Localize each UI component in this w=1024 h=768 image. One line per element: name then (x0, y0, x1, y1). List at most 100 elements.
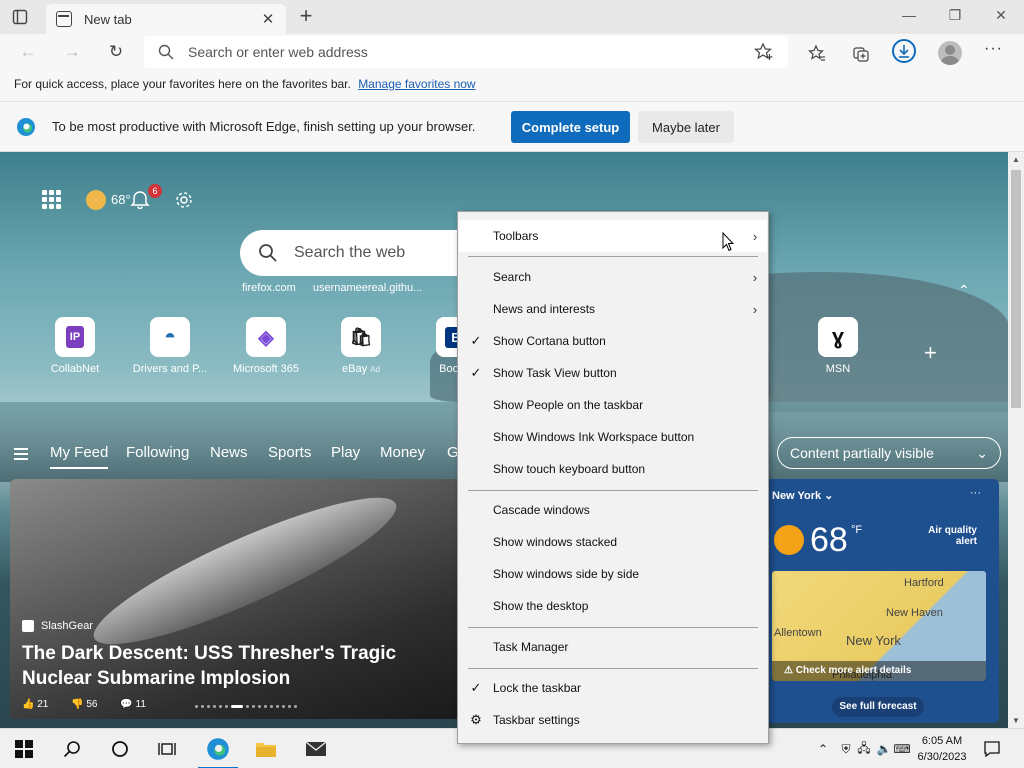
security-icon[interactable]: ⛨ (838, 741, 854, 757)
menu-item-windows-side-by-side[interactable]: Show windows side by side (459, 558, 767, 590)
quick-link-tile[interactable]: ◈ Microsoft 365 (216, 317, 316, 375)
mail-button[interactable] (292, 729, 340, 768)
address-bar[interactable]: Search or enter web address (144, 36, 788, 68)
feed-tab-following[interactable]: Following (126, 444, 189, 461)
air-quality-alert[interactable]: Air quality alert (907, 525, 977, 547)
start-button[interactable] (0, 729, 48, 768)
add-quick-link-button[interactable]: + (924, 340, 937, 366)
restore-button[interactable]: ❐ (932, 4, 978, 26)
chevron-up-icon[interactable]: ⌃ (815, 741, 831, 757)
like-count[interactable]: 👍 21 (22, 699, 58, 710)
quick-link-tile[interactable]: ◓ Drivers and P... (120, 317, 220, 375)
quick-link-tile[interactable]: ɣ MSN (788, 317, 888, 375)
menu-item-show-task-view[interactable]: ✓ Show Task View button (459, 357, 767, 389)
ntp-temperature[interactable]: 68° (111, 192, 131, 207)
complete-setup-button[interactable]: Complete setup (511, 111, 630, 143)
content-visibility-dropdown[interactable]: Content partially visible ⌄ (777, 437, 1001, 469)
menu-item-taskbar-settings[interactable]: ⚙ Taskbar settings (459, 704, 767, 736)
ebay-icon: 🛍 (341, 317, 381, 357)
chevron-up-icon[interactable]: ⌃ (958, 282, 970, 299)
feed-tab-sports[interactable]: Sports (268, 444, 311, 461)
chevron-down-icon: ⌄ (976, 444, 988, 461)
tab-new-tab[interactable]: New tab ✕ (46, 4, 286, 34)
back-button[interactable]: ← (16, 40, 40, 64)
menu-item-cascade-windows[interactable]: Cascade windows (459, 494, 767, 526)
suggestion-link[interactable]: usernameereal.githu... (313, 282, 422, 294)
menu-item-show-desktop[interactable]: Show the desktop (459, 590, 767, 622)
suggestion-link[interactable]: firefox.com (242, 282, 296, 294)
quick-link-tile[interactable]: IP CollabNet (25, 317, 125, 375)
profile-avatar[interactable] (938, 41, 962, 65)
close-window-button[interactable]: ✕ (978, 4, 1024, 26)
tab-actions-icon[interactable] (10, 7, 30, 27)
dislike-count[interactable]: 👎 56 (71, 699, 107, 710)
menu-item-news-and-interests[interactable]: News and interests › (459, 293, 767, 325)
collections-icon[interactable] (850, 42, 872, 64)
maybe-later-button[interactable]: Maybe later (638, 111, 734, 143)
feed-tab-my-feed[interactable]: My Feed (50, 444, 109, 469)
weather-location[interactable]: New York ⌄ (772, 489, 833, 502)
notifications-bell-icon[interactable] (130, 189, 150, 209)
scrollbar-thumb[interactable] (1011, 170, 1021, 408)
menu-item-show-people[interactable]: Show People on the taskbar (459, 389, 767, 421)
menu-item-search[interactable]: Search › (459, 261, 767, 293)
downloads-icon[interactable] (892, 39, 916, 63)
manage-favorites-link[interactable]: Manage favorites now (358, 77, 475, 91)
task-view-button[interactable] (144, 729, 192, 768)
file-explorer-button[interactable] (242, 729, 290, 768)
menu-item-show-cortana[interactable]: ✓ Show Cortana button (459, 325, 767, 357)
cortana-button[interactable] (96, 729, 144, 768)
menu-item-show-touch-keyboard[interactable]: Show touch keyboard button (459, 453, 767, 485)
tab-title: New tab (84, 11, 132, 27)
full-forecast-button[interactable]: See full forecast (832, 697, 924, 717)
article-image (81, 479, 409, 668)
new-tab-button[interactable]: + (294, 5, 318, 29)
hero-article-card[interactable]: SlashGear The Dark Descent: USS Thresher… (10, 479, 480, 719)
notifications-center-icon[interactable] (982, 741, 1002, 757)
article-headline[interactable]: The Dark Descent: USS Thresher's Tragic … (22, 641, 462, 691)
menu-item-toolbars[interactable]: Toolbars › (459, 220, 767, 252)
network-icon[interactable]: 🖧 (856, 741, 872, 757)
menu-item-windows-stacked[interactable]: Show windows stacked (459, 526, 767, 558)
menu-separator (468, 627, 758, 628)
volume-icon[interactable]: 🔈 (876, 741, 892, 757)
page-scrollbar[interactable]: ▲ ▼ (1008, 152, 1024, 728)
quick-link-tile[interactable]: 🛍 eBay Ad (311, 317, 411, 375)
menu-item-lock-taskbar[interactable]: ✓ Lock the taskbar (459, 672, 767, 704)
scroll-down-icon[interactable]: ▼ (1011, 716, 1021, 725)
refresh-button[interactable]: ↻ (104, 40, 128, 64)
minimize-button[interactable]: — (886, 4, 932, 26)
apps-launcher-icon[interactable] (42, 190, 62, 210)
forward-button[interactable]: → (60, 40, 84, 64)
feed-tab-money[interactable]: Money (380, 444, 425, 461)
taskbar-search-button[interactable] (48, 729, 96, 768)
favorites-icon[interactable] (806, 42, 828, 64)
taskbar-clock[interactable]: 6:05 AM 6/30/2023 (910, 733, 974, 765)
feed-tab-news[interactable]: News (210, 444, 248, 461)
edge-logo-icon (17, 117, 35, 136)
menu-item-task-manager[interactable]: Task Manager (459, 631, 767, 663)
map-label: Allentown (774, 627, 822, 639)
setup-infobar: To be most productive with Microsoft Edg… (0, 102, 1024, 152)
alert-details-link[interactable]: ⚠ Check more alert details (772, 661, 986, 681)
map-label: Hartford (904, 577, 944, 589)
favorites-bar-hint: For quick access, place your favorites h… (14, 77, 351, 91)
input-icon[interactable]: ⌨ (893, 741, 910, 757)
edge-taskbar-button[interactable] (194, 729, 242, 768)
page-settings-gear-icon[interactable] (174, 190, 194, 210)
address-placeholder: Search or enter web address (188, 44, 368, 60)
menu-item-show-ink-workspace[interactable]: Show Windows Ink Workspace button (459, 421, 767, 453)
more-options-icon[interactable]: ··· (970, 487, 981, 499)
more-options-icon[interactable]: ··· (984, 40, 1003, 58)
add-favorite-icon[interactable] (754, 42, 774, 62)
comment-count[interactable]: 💬 11 (120, 699, 156, 710)
feed-menu-icon[interactable] (14, 448, 28, 460)
rewards-trophy-icon[interactable] (86, 190, 106, 210)
weather-card[interactable]: New York ⌄ ··· 68 °F Air quality alert H… (764, 479, 999, 723)
drivers-icon: ◓ (150, 317, 190, 357)
feed-tab-play[interactable]: Play (331, 444, 360, 461)
scroll-up-icon[interactable]: ▲ (1011, 155, 1021, 164)
article-source: SlashGear (22, 620, 93, 632)
close-tab-icon[interactable]: ✕ (260, 10, 276, 28)
menu-separator (468, 668, 758, 669)
